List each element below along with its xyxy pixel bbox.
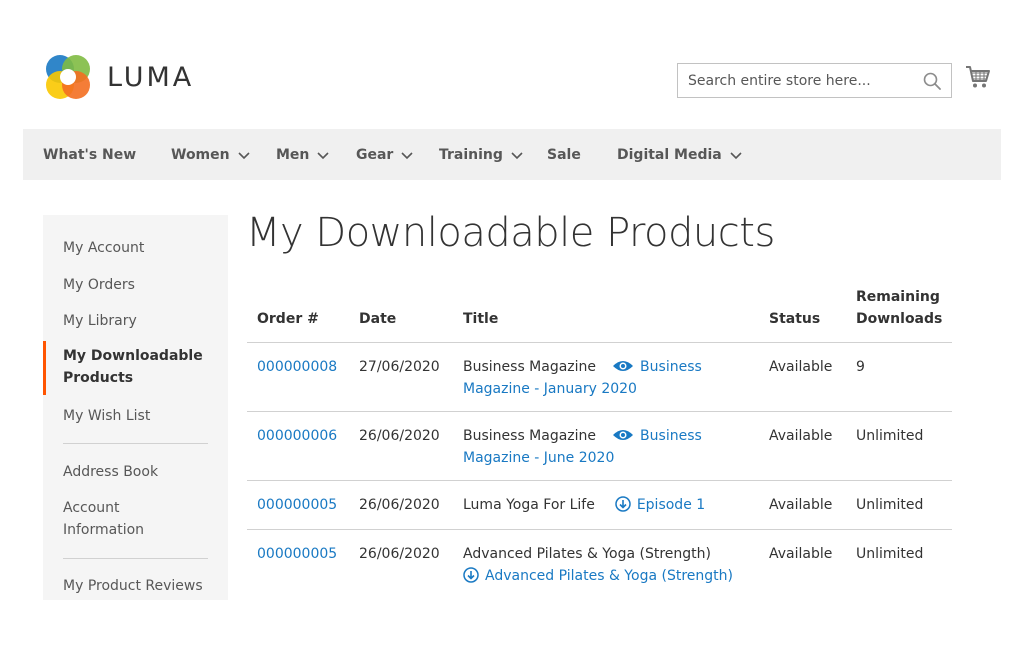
sidebar-item-my-downloadable-products: My Downloadable Products bbox=[63, 348, 203, 386]
nav-item-sale[interactable]: Sale bbox=[547, 129, 581, 180]
main-navigation: What's New Women Men Gear Training Sale … bbox=[23, 129, 1001, 180]
status: Available bbox=[769, 359, 833, 375]
product-name: Business Magazine bbox=[463, 359, 597, 375]
row-divider bbox=[247, 480, 952, 481]
nav-item-training[interactable]: Training bbox=[439, 129, 523, 180]
page-title: My Downloadable Products bbox=[246, 210, 775, 256]
chevron-down-icon bbox=[730, 151, 742, 159]
table-header-rule bbox=[247, 342, 952, 343]
order-number-link[interactable]: 000000005 bbox=[257, 494, 337, 516]
sidebar-item-address-book[interactable]: Address Book bbox=[63, 461, 158, 483]
order-date: 26/06/2020 bbox=[359, 497, 440, 513]
chevron-down-icon bbox=[238, 151, 250, 159]
nav-item-gear[interactable]: Gear bbox=[356, 129, 413, 180]
cart-icon[interactable] bbox=[965, 64, 991, 90]
sidebar-item-my-wish-list[interactable]: My Wish List bbox=[63, 405, 150, 427]
search-icon[interactable] bbox=[923, 72, 941, 90]
column-header-title: Title bbox=[463, 311, 499, 327]
chevron-down-icon bbox=[511, 151, 523, 159]
row-divider bbox=[247, 411, 952, 412]
title-cell: Luma Yoga For Life Episode 1 bbox=[463, 494, 753, 516]
title-cell: Business Magazine Business Magazine - Jan… bbox=[463, 356, 753, 400]
nav-label: What's New bbox=[43, 146, 137, 163]
remaining-downloads: Unlimited bbox=[856, 428, 924, 444]
status: Available bbox=[769, 546, 833, 562]
order-date: 26/06/2020 bbox=[359, 428, 440, 444]
remaining-downloads: 9 bbox=[856, 359, 865, 375]
order-date: 27/06/2020 bbox=[359, 359, 440, 375]
logo-text: LUMA bbox=[107, 61, 195, 93]
title-cell: Advanced Pilates & Yoga (Strength) Advan… bbox=[463, 543, 763, 587]
luma-logo[interactable]: LUMA bbox=[43, 52, 194, 102]
order-number-link[interactable]: 000000008 bbox=[257, 356, 337, 378]
nav-item-women[interactable]: Women bbox=[171, 129, 250, 180]
remaining-downloads: Unlimited bbox=[856, 546, 924, 562]
sidebar-item-my-product-reviews[interactable]: My Product Reviews bbox=[63, 575, 203, 597]
search-input[interactable] bbox=[678, 64, 908, 97]
sidebar-item-my-account[interactable]: My Account bbox=[63, 237, 144, 259]
sidebar-item-my-orders[interactable]: My Orders bbox=[63, 274, 135, 296]
product-name: Business Magazine bbox=[463, 428, 597, 444]
eye-icon bbox=[613, 361, 634, 371]
nav-label: Women bbox=[171, 146, 230, 163]
status: Available bbox=[769, 428, 833, 444]
column-header-date: Date bbox=[359, 311, 397, 327]
title-cell: Business Magazine Business Magazine - Jun… bbox=[463, 425, 753, 469]
sidebar-item-my-library[interactable]: My Library bbox=[63, 310, 137, 332]
column-header-status: Status bbox=[769, 311, 821, 327]
search-box bbox=[677, 63, 952, 98]
nav-item-digital-media[interactable]: Digital Media bbox=[617, 129, 742, 180]
download-link[interactable]: Advanced Pilates & Yoga (Strength) bbox=[485, 568, 733, 584]
download-icon bbox=[615, 496, 631, 512]
nav-item-men[interactable]: Men bbox=[276, 129, 329, 180]
column-header-remaining-downloads: Remaining Downloads bbox=[856, 289, 943, 327]
order-number-link[interactable]: 000000005 bbox=[257, 543, 337, 565]
download-link[interactable]: Episode 1 bbox=[637, 497, 705, 513]
order-number-link[interactable]: 000000006 bbox=[257, 425, 337, 447]
nav-item-whats-new[interactable]: What's New bbox=[43, 129, 136, 180]
sidebar-item-account-information[interactable]: Account Information bbox=[63, 497, 173, 541]
order-date: 26/06/2020 bbox=[359, 546, 440, 562]
nav-label: Digital Media bbox=[617, 146, 722, 163]
account-sidebar: My Account My Orders My Library My Downl… bbox=[43, 215, 228, 600]
chevron-down-icon bbox=[401, 151, 413, 159]
nav-label: Sale bbox=[547, 146, 581, 163]
sidebar-divider bbox=[63, 558, 208, 559]
luma-logo-icon bbox=[46, 55, 90, 99]
row-divider bbox=[247, 529, 952, 530]
nav-label: Men bbox=[276, 146, 310, 163]
column-header-order: Order # bbox=[257, 311, 319, 327]
nav-label: Gear bbox=[356, 146, 394, 163]
nav-label: Training bbox=[439, 146, 503, 163]
sidebar-divider bbox=[63, 443, 208, 444]
chevron-down-icon bbox=[317, 151, 329, 159]
eye-icon bbox=[613, 430, 634, 440]
remaining-downloads: Unlimited bbox=[856, 497, 924, 513]
active-indicator bbox=[43, 341, 46, 395]
download-icon bbox=[463, 567, 479, 583]
product-name: Advanced Pilates & Yoga (Strength) bbox=[463, 546, 711, 562]
product-name: Luma Yoga For Life bbox=[463, 497, 595, 513]
status: Available bbox=[769, 497, 833, 513]
